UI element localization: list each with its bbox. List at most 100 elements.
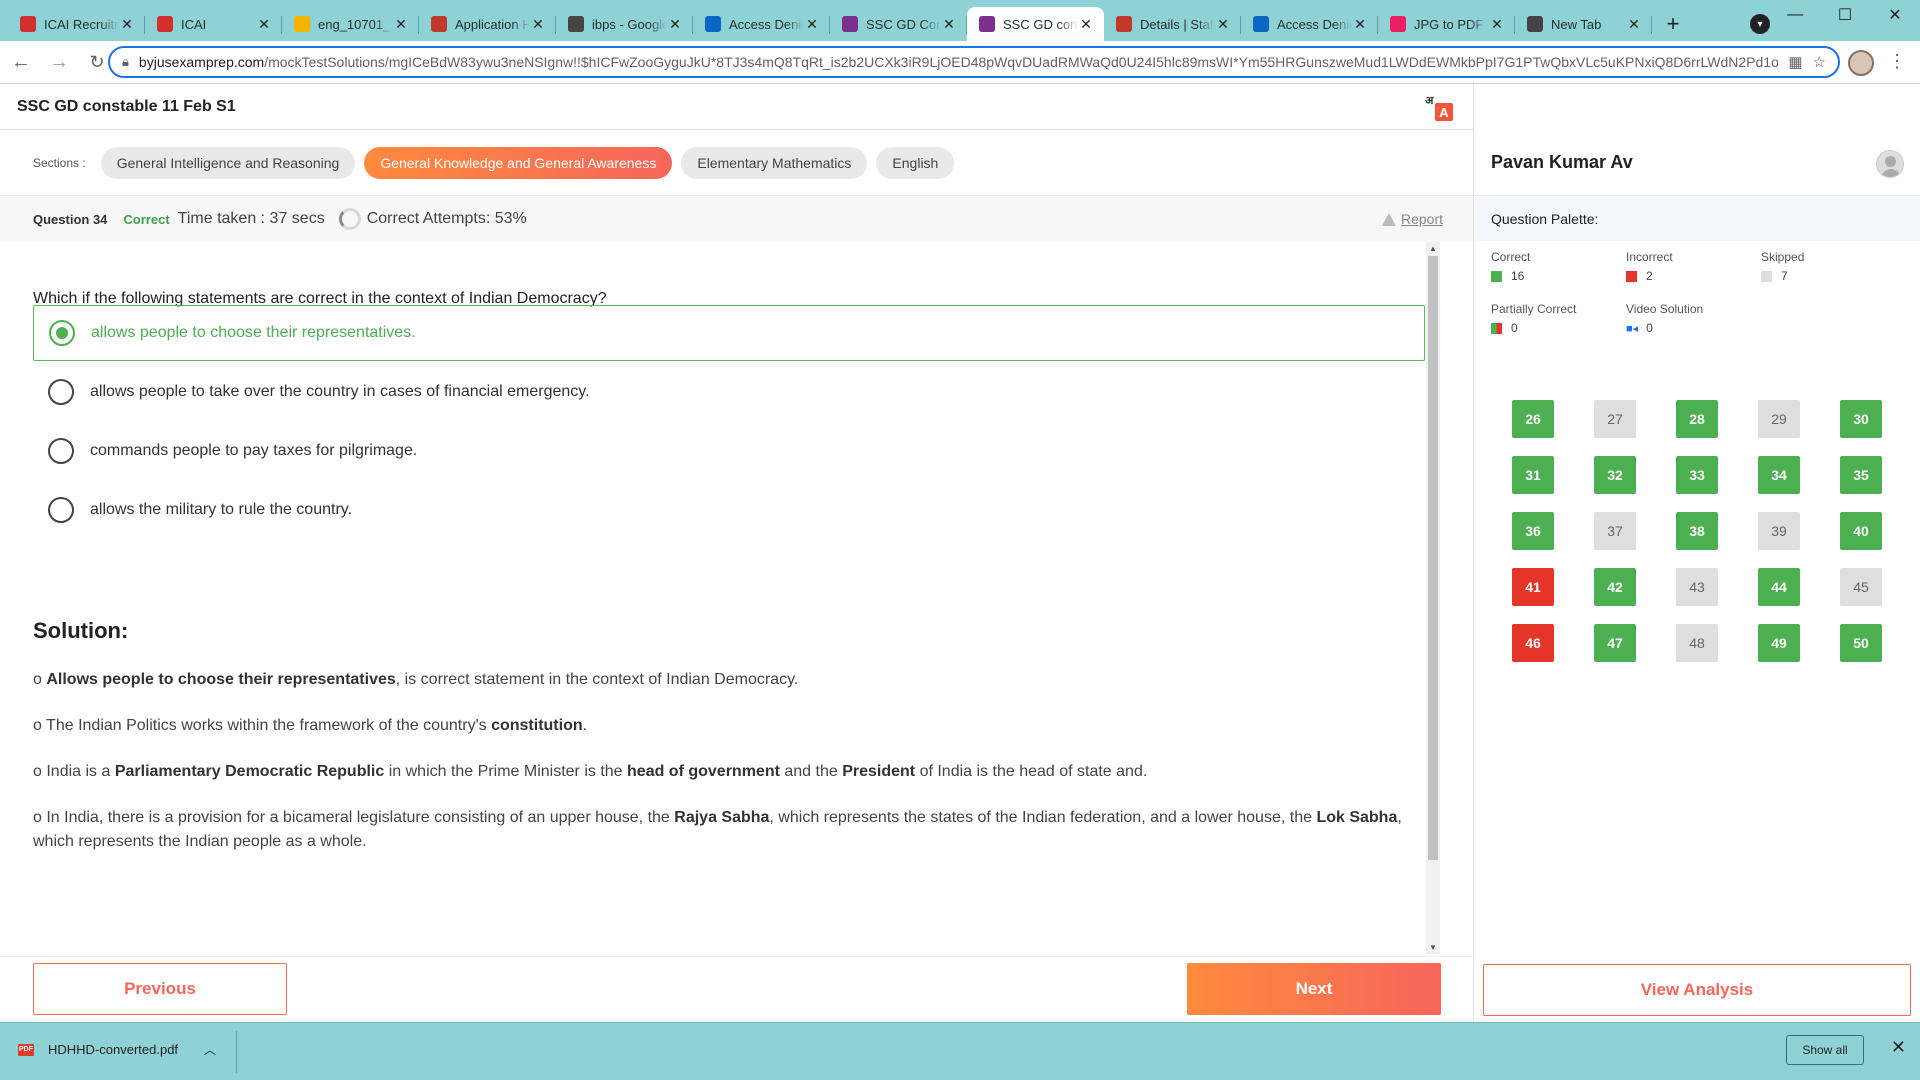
tab-title: Details | Staff bbox=[1140, 16, 1215, 32]
legend-video-count: 0 bbox=[1646, 321, 1653, 335]
tab-close-icon[interactable]: ✕ bbox=[941, 16, 957, 33]
palette-question-38[interactable]: 38 bbox=[1676, 512, 1718, 550]
palette-question-30[interactable]: 30 bbox=[1840, 400, 1882, 438]
browser-tab[interactable]: Access Denie ✕ bbox=[693, 7, 830, 41]
tab-close-icon[interactable]: ✕ bbox=[804, 16, 820, 33]
palette-question-42[interactable]: 42 bbox=[1594, 568, 1636, 606]
palette-question-33[interactable]: 33 bbox=[1676, 456, 1718, 494]
browser-tab[interactable]: ICAI Recruitm ✕ bbox=[8, 7, 145, 41]
scroll-down-icon[interactable]: ▼ bbox=[1429, 943, 1437, 952]
tab-close-icon[interactable]: ✕ bbox=[1078, 16, 1094, 33]
section-chip[interactable]: Elementary Mathematics bbox=[681, 146, 868, 179]
tab-close-icon[interactable]: ✕ bbox=[667, 16, 683, 33]
palette-question-27[interactable]: 27 bbox=[1594, 400, 1636, 438]
tab-close-icon[interactable]: ✕ bbox=[393, 16, 409, 33]
browser-tab[interactable]: ibps - Google ✕ bbox=[556, 7, 693, 41]
palette-question-43[interactable]: 43 bbox=[1676, 568, 1718, 606]
profile-avatar[interactable] bbox=[1848, 50, 1874, 76]
answer-option[interactable]: allows people to take over the country i… bbox=[33, 364, 1425, 420]
browser-tab[interactable]: Application H ✕ bbox=[419, 7, 556, 41]
previous-button[interactable]: Previous bbox=[33, 963, 287, 1015]
tab-close-icon[interactable]: ✕ bbox=[256, 16, 272, 33]
tab-close-icon[interactable]: ✕ bbox=[1626, 16, 1642, 33]
option-text: allows people to take over the country i… bbox=[90, 383, 590, 400]
tab-close-icon[interactable]: ✕ bbox=[119, 16, 135, 33]
chevron-up-icon[interactable]: ︿ bbox=[204, 1041, 216, 1058]
radio-button[interactable] bbox=[49, 320, 75, 346]
palette-question-34[interactable]: 34 bbox=[1758, 456, 1800, 494]
tab-title: ICAI bbox=[181, 16, 207, 32]
palette-question-45[interactable]: 45 bbox=[1840, 568, 1882, 606]
answer-option[interactable]: allows the military to rule the country. bbox=[33, 482, 1425, 538]
radio-button[interactable] bbox=[48, 379, 74, 405]
section-chip[interactable]: General Knowledge and General Awareness bbox=[364, 146, 673, 179]
close-download-bar-icon[interactable]: ✕ bbox=[1891, 1037, 1906, 1058]
maximize-button[interactable]: ☐ bbox=[1820, 0, 1870, 30]
legend-incorrect-label: Incorrect bbox=[1626, 250, 1673, 264]
palette-question-39[interactable]: 39 bbox=[1758, 512, 1800, 550]
browser-tab[interactable]: Details | Staff ✕ bbox=[1104, 7, 1241, 41]
bookmark-star-icon[interactable]: ☆ bbox=[1813, 53, 1826, 71]
lock-icon[interactable]: 🔒︎ bbox=[122, 54, 129, 70]
browser-tab[interactable]: eng_10701_10✕ bbox=[282, 7, 419, 41]
solution-bold-text: Lok Sabha bbox=[1316, 809, 1398, 826]
palette-question-50[interactable]: 50 bbox=[1840, 624, 1882, 662]
solution-bold-text: constitution bbox=[491, 717, 583, 734]
translate-icon[interactable]: अ A bbox=[1425, 93, 1453, 121]
scrollbar-thumb[interactable] bbox=[1428, 256, 1438, 860]
solution-title: Solution: bbox=[33, 618, 129, 643]
forward-arrow-icon[interactable]: → bbox=[42, 45, 76, 79]
palette-question-28[interactable]: 28 bbox=[1676, 400, 1718, 438]
content-scrollbar[interactable]: ▲ ▼ bbox=[1426, 242, 1440, 954]
palette-question-46[interactable]: 46 bbox=[1512, 624, 1554, 662]
palette-question-32[interactable]: 32 bbox=[1594, 456, 1636, 494]
user-avatar-icon[interactable] bbox=[1876, 150, 1904, 178]
next-button[interactable]: Next bbox=[1187, 963, 1441, 1015]
back-arrow-icon[interactable]: ← bbox=[4, 45, 38, 79]
section-chip[interactable]: General Intelligence and Reasoning bbox=[100, 146, 356, 179]
palette-question-47[interactable]: 47 bbox=[1594, 624, 1636, 662]
minimize-button[interactable]: — bbox=[1770, 0, 1820, 30]
browser-tab[interactable]: SSC GD const✕ bbox=[967, 7, 1104, 41]
palette-question-44[interactable]: 44 bbox=[1758, 568, 1800, 606]
radio-button[interactable] bbox=[48, 497, 74, 523]
palette-question-40[interactable]: 40 bbox=[1840, 512, 1882, 550]
new-tab-button[interactable]: + bbox=[1656, 7, 1690, 41]
download-item[interactable]: PDF HDHHD-converted.pdf ︿ bbox=[18, 1041, 216, 1058]
palette-question-49[interactable]: 49 bbox=[1758, 624, 1800, 662]
scroll-up-icon[interactable]: ▲ bbox=[1429, 244, 1437, 253]
palette-question-36[interactable]: 36 bbox=[1512, 512, 1554, 550]
url-text[interactable]: byjusexamprep.com/mockTestSolutions/mgIC… bbox=[139, 54, 1778, 70]
answer-option[interactable]: commands people to pay taxes for pilgrim… bbox=[33, 423, 1425, 479]
palette-question-41[interactable]: 41 bbox=[1512, 568, 1554, 606]
browser-tab[interactable]: JPG to PDF - ✕ bbox=[1378, 7, 1515, 41]
tab-favicon-icon bbox=[431, 16, 447, 32]
answer-option[interactable]: allows people to choose their representa… bbox=[33, 305, 1425, 361]
qr-code-icon[interactable]: ▦ bbox=[1788, 53, 1802, 71]
section-chip[interactable]: English bbox=[876, 146, 955, 179]
tab-favicon-icon bbox=[568, 16, 584, 32]
tab-close-icon[interactable]: ✕ bbox=[1352, 16, 1368, 33]
palette-question-35[interactable]: 35 bbox=[1840, 456, 1882, 494]
palette-question-31[interactable]: 31 bbox=[1512, 456, 1554, 494]
address-bar[interactable]: 🔒︎ byjusexamprep.com/mockTestSolutions/m… bbox=[108, 46, 1840, 78]
palette-question-29[interactable]: 29 bbox=[1758, 400, 1800, 438]
browser-tab[interactable]: SSC GD Cons✕ bbox=[830, 7, 967, 41]
navigation-footer: Previous Next bbox=[0, 956, 1474, 1022]
tab-close-icon[interactable]: ✕ bbox=[1489, 16, 1505, 33]
tab-close-icon[interactable]: ✕ bbox=[530, 16, 546, 33]
radio-button[interactable] bbox=[48, 438, 74, 464]
report-link[interactable]: Report bbox=[1381, 211, 1443, 227]
view-analysis-button[interactable]: View Analysis bbox=[1483, 964, 1911, 1016]
palette-question-48[interactable]: 48 bbox=[1676, 624, 1718, 662]
show-all-button[interactable]: Show all bbox=[1786, 1035, 1864, 1065]
browser-tab[interactable]: New Tab ✕ bbox=[1515, 7, 1652, 41]
close-window-button[interactable]: ✕ bbox=[1870, 0, 1920, 30]
browser-tab[interactable]: Access Denie ✕ bbox=[1241, 7, 1378, 41]
palette-question-26[interactable]: 26 bbox=[1512, 400, 1554, 438]
browser-menu-icon[interactable]: ⋮ bbox=[1888, 51, 1906, 72]
palette-question-37[interactable]: 37 bbox=[1594, 512, 1636, 550]
tab-close-icon[interactable]: ✕ bbox=[1215, 16, 1231, 33]
tab-search-icon[interactable]: ▾ bbox=[1750, 14, 1770, 34]
browser-tab[interactable]: ICAI ✕ bbox=[145, 7, 282, 41]
